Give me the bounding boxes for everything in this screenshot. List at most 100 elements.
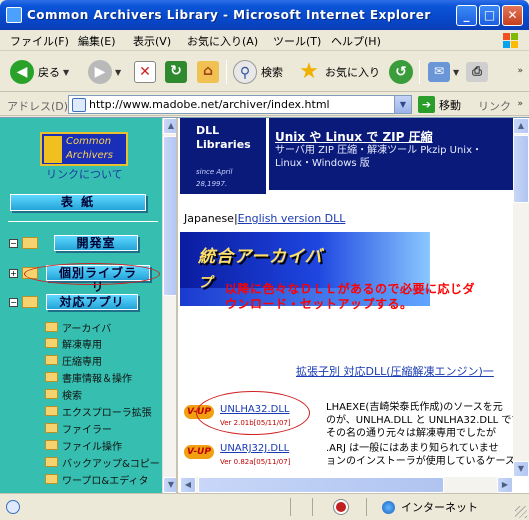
- libraries-title: Libraries: [196, 138, 251, 151]
- forward-button[interactable]: ▶ ▼: [88, 58, 121, 86]
- star-icon: ★: [299, 59, 319, 84]
- scroll-right-icon[interactable]: ▶: [497, 477, 513, 493]
- dll-name-link[interactable]: UNARJ32J.DLL: [220, 443, 289, 454]
- tree-dev-room[interactable]: − 開発室: [9, 235, 138, 251]
- collapse-icon[interactable]: −: [9, 297, 18, 307]
- collapse-icon[interactable]: −: [9, 238, 18, 248]
- scroll-thumb[interactable]: [198, 477, 444, 493]
- maximize-button[interactable]: □: [479, 5, 500, 26]
- address-input[interactable]: http://www.madobe.net/archiver/index.htm…: [68, 95, 412, 114]
- highlight-ellipse: [24, 263, 160, 285]
- english-version-link[interactable]: English version DLL: [238, 212, 346, 225]
- menu-view[interactable]: 表示(V): [133, 33, 171, 49]
- category-item[interactable]: 解凍専用: [45, 335, 102, 351]
- category-item[interactable]: アーカイバ: [45, 319, 111, 335]
- folder-icon: [22, 237, 38, 249]
- menu-bar: ファイル(F) 編集(E) 表示(V) お気に入り(A) ツール(T) ヘルプ(…: [0, 30, 529, 51]
- tree-supported-apps[interactable]: − 対応アプリ: [9, 294, 138, 310]
- chevron-down-icon[interactable]: ▼: [115, 68, 121, 77]
- back-button[interactable]: ◀ 戻る ▼: [10, 58, 69, 86]
- dev-room-button[interactable]: 開発室: [54, 235, 138, 251]
- left-frame: Common Archivers リンクについて 表 紙 − 開発室 + 個別ラ…: [0, 118, 178, 493]
- category-item[interactable]: ファイラー: [45, 420, 112, 436]
- menu-edit[interactable]: 編集(E): [78, 33, 116, 49]
- left-frame-scrollbar[interactable]: ▲ ▼: [162, 118, 176, 493]
- go-button[interactable]: ➔ 移動: [418, 96, 461, 113]
- scroll-up-icon[interactable]: ▲: [513, 118, 529, 134]
- category-label: ファイラー: [62, 424, 112, 436]
- history-button[interactable]: ↺: [389, 58, 413, 86]
- category-item[interactable]: ワープロ&エディタ: [45, 471, 149, 487]
- description-line: ョンのインストーラが使用しているケース: [326, 456, 515, 467]
- folder-icon: [45, 355, 58, 365]
- category-label: 解凍専用: [62, 339, 102, 351]
- resize-grip[interactable]: [515, 506, 527, 518]
- cover-button[interactable]: 表 紙: [10, 194, 146, 211]
- dll-title: DLL: [196, 124, 220, 137]
- favorites-button[interactable]: ★ お気に入り: [297, 58, 380, 86]
- expand-icon[interactable]: +: [9, 268, 18, 278]
- security-zone[interactable]: インターネット: [382, 499, 478, 515]
- folder-icon: [45, 389, 58, 399]
- address-url[interactable]: http://www.madobe.net/archiver/index.htm…: [89, 98, 330, 111]
- category-item[interactable]: ファイル操作: [45, 437, 122, 453]
- supported-apps-button[interactable]: 対応アプリ: [46, 294, 138, 310]
- chevron-down-icon[interactable]: ▼: [453, 68, 459, 77]
- close-button[interactable]: ✕: [502, 5, 523, 26]
- links-button[interactable]: リンク: [478, 98, 511, 114]
- toolbar-separator: [419, 60, 420, 84]
- links-overflow-icon[interactable]: »: [517, 99, 523, 109]
- menu-favorites[interactable]: お気に入り(A): [187, 33, 258, 49]
- favorites-label: お気に入り: [325, 66, 380, 79]
- chevron-down-icon[interactable]: ▼: [63, 68, 69, 77]
- news-box: Unix や Linux で ZIP 圧縮 サーバ用 ZIP 圧縮・解凍ツール …: [269, 118, 513, 190]
- globe-icon: [382, 500, 395, 514]
- divider: [8, 221, 158, 222]
- scroll-left-icon[interactable]: ◀: [180, 477, 196, 493]
- print-button[interactable]: ⎙: [466, 58, 488, 86]
- category-item[interactable]: エクスプローラ拡張: [45, 403, 152, 419]
- about-links-link[interactable]: リンクについて: [46, 166, 123, 182]
- folder-icon: [45, 457, 58, 467]
- chevron-down-icon[interactable]: ▼: [394, 96, 411, 113]
- news-headline-link[interactable]: Unix や Linux で ZIP 圧縮: [275, 128, 433, 145]
- search-button[interactable]: ⚲ 検索: [233, 58, 283, 86]
- title-bar[interactable]: Common Archivers Library - Microsoft Int…: [0, 0, 529, 30]
- annotation-text: 以降に色々なＤＬＬがあるので必要に応じダウンロード・セットアップする。: [225, 282, 476, 311]
- mail-button[interactable]: ✉ ▼: [428, 58, 459, 86]
- scroll-thumb[interactable]: [163, 136, 176, 296]
- go-label: 移動: [439, 98, 461, 112]
- scroll-thumb[interactable]: [513, 135, 529, 203]
- dll-libraries-box: DLL Libraries since April 28,1997.: [180, 118, 266, 194]
- toolbar: ◀ 戻る ▼ ▶ ▼ ✕ ↻ ⌂ ⚲ 検索 ★ お気に入り ↺ ✉ ▼ ⎙ »: [0, 52, 529, 92]
- scroll-down-icon[interactable]: ▼: [513, 461, 529, 477]
- folder-icon: [45, 440, 58, 450]
- stop-button[interactable]: ✕: [134, 58, 156, 86]
- toolbar-overflow-icon[interactable]: »: [517, 66, 523, 76]
- menu-tools[interactable]: ツール(T): [273, 33, 321, 49]
- scroll-up-icon[interactable]: ▲: [163, 118, 176, 134]
- status-pane-divider: [290, 498, 291, 516]
- category-label: エクスプローラ拡張: [62, 407, 152, 419]
- home-button[interactable]: ⌂: [197, 58, 219, 86]
- category-item[interactable]: 検索: [45, 386, 82, 402]
- category-item[interactable]: 書庫情報＆操作: [45, 369, 132, 385]
- minimize-button[interactable]: _: [456, 5, 477, 26]
- extension-dll-link[interactable]: 拡張子別 対応DLL(圧縮解凍エンジン)一: [296, 363, 494, 379]
- menu-file[interactable]: ファイル(F): [10, 33, 69, 49]
- banner-title: 統合アーカイバ: [198, 247, 323, 267]
- banner: 統合アーカイバ プ 以降に色々なＤＬＬがあるので必要に応じダウンロード・セットア…: [180, 232, 513, 342]
- scroll-down-icon[interactable]: ▼: [163, 477, 176, 493]
- mascot-icon: [44, 136, 62, 163]
- category-item[interactable]: 圧縮専用: [45, 352, 102, 368]
- right-frame-scrollbar[interactable]: ▲ ▼: [513, 118, 529, 477]
- menu-help[interactable]: ヘルプ(H): [331, 33, 381, 49]
- popup-blocker-icon[interactable]: [334, 500, 348, 514]
- status-pane-divider: [312, 498, 313, 516]
- category-item[interactable]: バックアップ&コピー: [45, 454, 160, 470]
- horizontal-scrollbar[interactable]: ◀ ▶: [180, 477, 513, 493]
- folder-icon: [45, 474, 58, 484]
- dll-version: Ver 0.82a[05/11/07]: [220, 458, 291, 466]
- site-logo[interactable]: Common Archivers: [40, 132, 128, 166]
- refresh-button[interactable]: ↻: [165, 58, 187, 86]
